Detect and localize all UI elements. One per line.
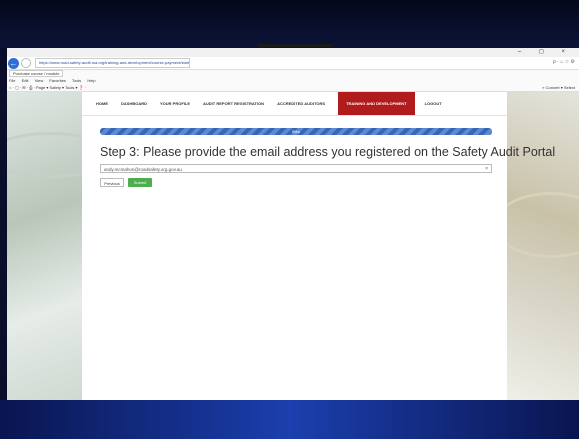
tab-row: Purchase course / module [7,70,579,77]
command-bar-items[interactable]: ⌂ · ▢ · ✉ · ⎙ · Page ▾ Safety ▾ Tools ▾ … [9,85,86,90]
slide-top-band [0,0,579,48]
menu-file[interactable]: File [9,78,15,83]
address-bar[interactable]: https://www.road-safety-audit.rsa.org/tr… [35,58,190,68]
browser-tab[interactable]: Purchase course / module [9,70,64,77]
progress-label: Step [291,129,301,134]
nav-dashboard[interactable]: DASHBOARD [121,101,147,106]
browser-window: – ◻ × ← https://www.road-safety-audit.rs… [7,48,579,400]
background-image-right [493,92,579,400]
submit-button[interactable]: Submit [128,178,152,187]
command-bar: ⌂ · ▢ · ✉ · ⎙ · Page ▾ Safety ▾ Tools ▾ … [7,84,579,92]
nav-logout[interactable]: LOGOUT [425,101,442,106]
window-controls[interactable]: – ◻ × [518,48,573,55]
main-nav: HOME DASHBOARD YOUR PROFILE AUDIT REPORT… [82,92,507,116]
title-bar: – ◻ × [7,48,579,57]
nav-training-and-development[interactable]: TRAINING AND DEVELOPMENT [338,92,415,115]
menu-help[interactable]: Help [87,78,95,83]
slide-bottom-band [0,400,579,439]
email-input[interactable]: andy.mcmahon@roadsafety.org.gov.au × [100,164,492,173]
nav-home[interactable]: HOME [96,101,108,106]
menu-bar: File Edit View Favorites Tools Help [7,77,579,84]
step-title: Step 3: Please provide the email address… [100,145,556,159]
nav-audit-report-registration[interactable]: AUDIT REPORT REGISTRATION [203,101,264,106]
slide-notch [258,44,333,47]
content-panel: HOME DASHBOARD YOUR PROFILE AUDIT REPORT… [82,92,555,400]
progress-bar: Step [100,128,492,135]
menu-tools[interactable]: Tools [72,78,81,83]
menu-edit[interactable]: Edit [22,78,29,83]
menu-favorites[interactable]: Favorites [49,78,65,83]
email-value: andy.mcmahon@roadsafety.org.gov.au [104,167,182,172]
toolbar-icons[interactable]: ρ · ⌂ ☆ ⚙ [553,59,575,65]
menu-view[interactable]: View [35,78,44,83]
previous-button[interactable]: Previous [100,178,124,187]
background-image-left [7,92,113,400]
clear-icon[interactable]: × [485,165,488,174]
nav-your-profile[interactable]: YOUR PROFILE [160,101,190,106]
command-bar-right[interactable]: » Convert ▾ Select [542,84,575,91]
nav-accredited-auditors[interactable]: ACCREDITED AUDITORS [277,101,325,106]
address-row: ← https://www.road-safety-audit.rsa.org/… [7,57,579,70]
forward-arrow-icon[interactable] [21,58,31,68]
web-page: HOME DASHBOARD YOUR PROFILE AUDIT REPORT… [7,92,579,400]
back-arrow-icon[interactable]: ← [8,57,19,69]
